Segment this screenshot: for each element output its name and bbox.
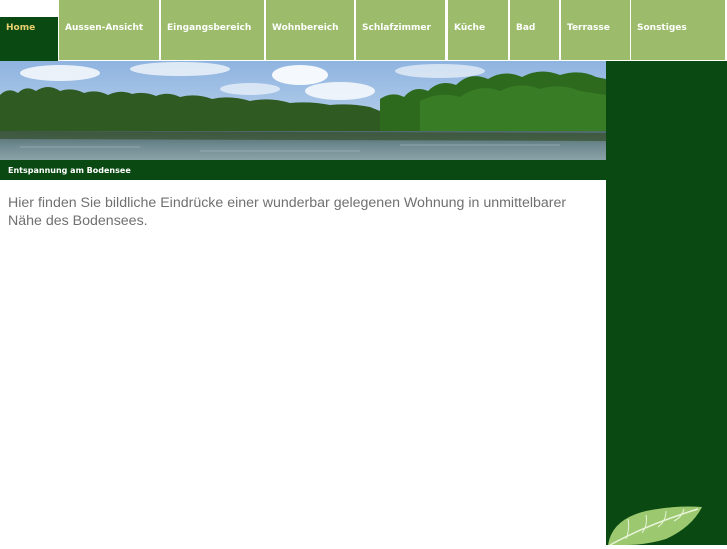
nav-item-home[interactable]: Home <box>0 17 58 61</box>
right-sidebar <box>606 61 727 545</box>
lake-banner-image <box>0 61 606 160</box>
nav-item-label: Home <box>6 23 36 33</box>
intro-text: Hier finden Sie bildliche Eindrücke eine… <box>8 195 567 229</box>
top-navigation: Home Aussen-Ansicht Eingangsbereich Wohn… <box>0 0 727 61</box>
nav-item-label: Küche <box>454 23 486 33</box>
nav-item-bad[interactable]: Bad <box>510 0 559 60</box>
nav-item-aussen-ansicht[interactable]: Aussen-Ansicht <box>59 0 159 60</box>
nav-item-label: Bad <box>516 23 536 33</box>
nav-item-label: Eingangsbereich <box>167 23 252 33</box>
banner-caption: Entspannung am Bodensee <box>0 160 606 180</box>
nav-item-terrasse[interactable]: Terrasse <box>561 0 630 60</box>
nav-item-label: Terrasse <box>567 23 610 33</box>
nav-item-label: Aussen-Ansicht <box>65 23 144 33</box>
leaf-decoration-icon <box>606 505 706 549</box>
nav-item-kueche[interactable]: Küche <box>448 0 508 60</box>
nav-item-label: Wohnbereich <box>272 23 339 33</box>
nav-item-eingangsbereich[interactable]: Eingangsbereich <box>161 0 264 60</box>
nav-item-schlafzimmer[interactable]: Schlafzimmer <box>356 0 445 60</box>
nav-item-sonstiges[interactable]: Sonstiges <box>631 0 725 60</box>
nav-item-label: Sonstiges <box>637 23 687 33</box>
nav-item-label: Schlafzimmer <box>362 23 431 33</box>
nav-item-wohnbereich[interactable]: Wohnbereich <box>266 0 354 60</box>
